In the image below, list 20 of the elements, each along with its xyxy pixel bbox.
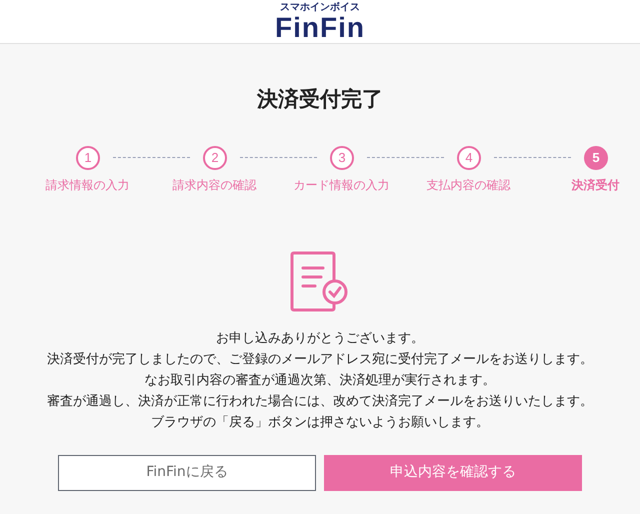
step-label: 請求情報の入力: [46, 176, 130, 194]
step-number: 3: [330, 146, 354, 170]
step-label: 請求内容の確認: [172, 176, 256, 194]
step-number: 5: [584, 146, 608, 170]
message-line: ブラウザの「戻る」ボタンは押さないようお願いします。: [151, 414, 489, 432]
back-button[interactable]: FinFinに戻る: [58, 454, 316, 490]
step-number: 2: [203, 146, 227, 170]
confirm-button[interactable]: 申込内容を確認する: [324, 454, 582, 490]
step-number: 4: [457, 146, 481, 170]
message-line: 審査が通過し、決済が正常に行われた場合には、改めて決済完了メールをお送りいたします。: [47, 392, 593, 410]
step-number: 1: [76, 146, 100, 170]
message-line: お申し込みありがとうございます。: [216, 330, 424, 348]
logo: FinFin: [275, 14, 365, 42]
message-line: なお取引内容の審査が通過次第、決済処理が実行されます。: [144, 372, 496, 390]
page-title: 決済受付完了: [257, 86, 383, 113]
message-line: 決済受付が完了しましたので、ご登録のメールアドレス宛に受付完了メールをお送りします。: [47, 350, 593, 368]
logo-tagline: スマホインボイス: [280, 2, 360, 14]
step-label: カード情報の入力: [294, 176, 390, 194]
step-label: 決済受付: [572, 176, 620, 194]
step-label: 支払内容の確認: [426, 176, 510, 194]
